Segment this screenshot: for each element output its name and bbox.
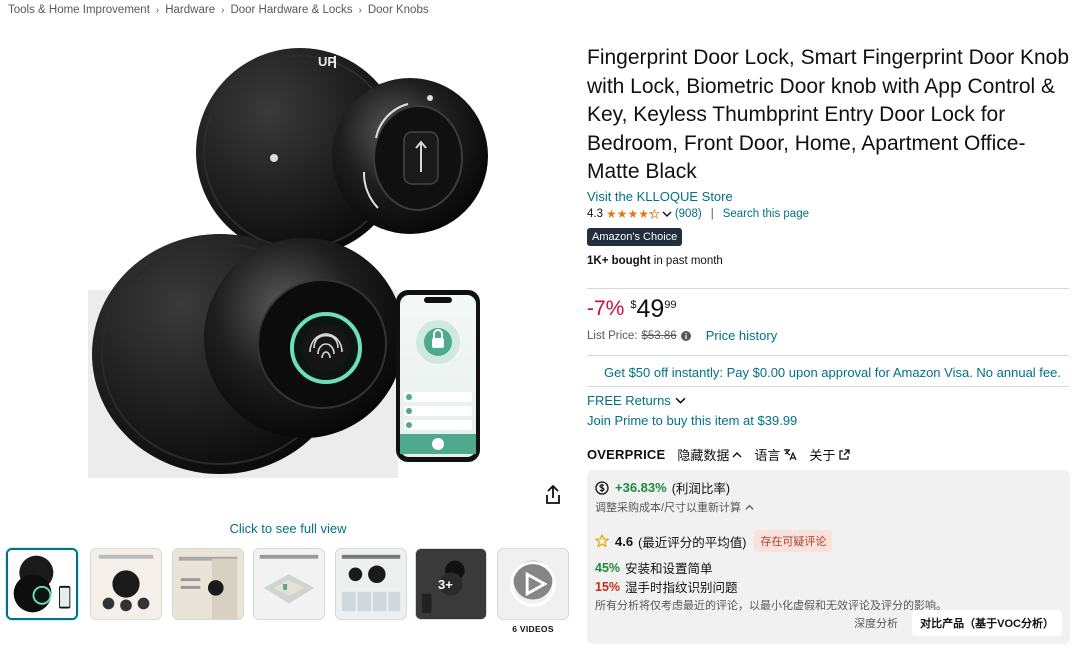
about-button[interactable]: 关于 xyxy=(809,445,851,464)
tab-compare-products[interactable]: 对比产品（基于VOC分析） xyxy=(912,610,1062,636)
amazons-choice-badge: Amazon's Choice xyxy=(587,227,683,246)
overprice-panel: +36.83% (利润比率) 调整采购成本/尺寸以重新计算 4.6 (最近评分的… xyxy=(587,470,1070,644)
positive-text: 安装和设置简单 xyxy=(625,562,713,576)
price-fraction: 99 xyxy=(664,299,677,311)
divider: | xyxy=(710,207,714,220)
breadcrumb-hardware[interactable]: Hardware xyxy=(165,4,215,16)
chevron-right-icon: › xyxy=(155,4,160,16)
bought-count-bold: 1K+ bought xyxy=(587,254,651,267)
adjust-cost-link[interactable]: 调整采购成本/尺寸以重新计算 xyxy=(595,499,754,515)
tab-deep-analysis[interactable]: 深度分析 xyxy=(846,610,906,636)
star-icon: ★ xyxy=(606,206,617,221)
dollar-circle-icon xyxy=(595,480,609,495)
list-price-row: List Price: $53.86 Price history xyxy=(587,328,777,343)
average-score: 4.6 xyxy=(615,533,634,549)
bought-count-rest: in past month xyxy=(650,254,723,267)
chevron-down-icon[interactable] xyxy=(662,209,672,219)
price-whole: 49 xyxy=(636,295,665,323)
profit-ratio-value: +36.83% xyxy=(615,480,667,495)
suspicious-reviews-badge[interactable]: 存在可疑评论 xyxy=(754,530,833,552)
breadcrumb-tools[interactable]: Tools & Home Improvement xyxy=(8,4,150,16)
rating-number: 4.3 xyxy=(587,207,603,220)
price-history-link[interactable]: Price history xyxy=(706,328,778,343)
average-score-label: (最近评分的平均值) xyxy=(638,535,747,550)
chevron-right-icon: › xyxy=(358,4,362,16)
bought-count: 1K+ bought in past month xyxy=(587,255,1072,267)
discount-percentage: -7% xyxy=(587,297,625,320)
negative-percent: 15% xyxy=(595,579,621,594)
visa-offer-link[interactable]: Get $50 off instantly: Pay $0.00 upon ap… xyxy=(604,365,1061,380)
thumbnail-3[interactable] xyxy=(172,548,244,620)
divider-line xyxy=(587,288,1069,289)
translate-icon xyxy=(784,449,797,461)
rating-row: 4.3 ★ ★ ★ ★ ★ (908) | Search this page xyxy=(587,206,1072,221)
full-view-link[interactable]: Click to see full view xyxy=(0,521,576,536)
breadcrumb: Tools & Home Improvement › Hardware › Do… xyxy=(8,4,429,16)
chevron-up-icon xyxy=(732,451,742,457)
review-count-link[interactable]: (908) xyxy=(675,208,702,220)
free-returns-label: FREE Returns xyxy=(587,393,671,408)
breadcrumb-door-hardware[interactable]: Door Hardware & Locks xyxy=(230,4,352,16)
chevron-right-icon: › xyxy=(221,4,225,16)
divider-line xyxy=(587,386,1069,387)
negative-insight-row: 15% 湿手时指纹识别问题 xyxy=(595,577,738,596)
star-icon: ★ xyxy=(638,206,650,221)
star-icon: ★ xyxy=(627,206,639,221)
star-icon: ★ xyxy=(616,206,628,221)
chevron-up-icon xyxy=(745,504,754,510)
positive-insight-row: 45% 安装和设置简单 xyxy=(595,558,713,577)
profit-ratio-label: (利润比率) xyxy=(671,482,731,496)
videos-count-label: 6 VIDEOS xyxy=(512,624,554,634)
overprice-brand: OVERPRICE xyxy=(587,447,666,462)
external-link-icon xyxy=(839,448,851,460)
divider-line xyxy=(587,355,1069,356)
join-prime-link[interactable]: Join Prime to buy this item at $39.99 xyxy=(587,413,797,428)
store-link[interactable]: Visit the KLLOQUE Store xyxy=(587,189,1072,204)
review-score-row: 4.6 (最近评分的平均值) 存在可疑评论 xyxy=(595,530,833,552)
product-title: Fingerprint Door Lock, Smart Fingerprint… xyxy=(587,46,1070,183)
hide-data-toggle[interactable]: 隐藏数据 xyxy=(677,445,742,464)
about-label: 关于 xyxy=(809,448,836,463)
share-icon[interactable] xyxy=(542,484,564,506)
star-outline-icon xyxy=(595,534,609,548)
profit-row: +36.83% (利润比率) xyxy=(595,478,730,497)
star-rating[interactable]: ★ ★ ★ ★ ★ xyxy=(606,206,660,221)
list-price-label: List Price: xyxy=(587,329,638,342)
star-icon: ★ xyxy=(649,206,660,221)
free-returns-link[interactable]: FREE Returns xyxy=(587,393,686,408)
negative-text: 湿手时指纹识别问题 xyxy=(625,581,738,595)
product-info: Fingerprint Door Lock, Smart Fingerprint… xyxy=(587,44,1072,267)
chevron-down-icon xyxy=(675,397,686,404)
breadcrumb-door-knobs[interactable]: Door Knobs xyxy=(368,4,429,16)
search-this-page-link[interactable]: Search this page xyxy=(723,208,809,220)
list-price-value: $53.86 xyxy=(641,329,677,342)
price-block: -7% $ 49 99 xyxy=(587,296,677,322)
language-button[interactable]: 语言 xyxy=(754,445,797,464)
video-thumbnail[interactable] xyxy=(497,548,569,620)
overprice-toolbar: OVERPRICE 隐藏数据 语言 关于 xyxy=(587,445,851,464)
hide-data-label: 隐藏数据 xyxy=(677,448,730,463)
thumbnail-4[interactable] xyxy=(253,548,325,620)
more-images-count: 3+ xyxy=(438,577,453,592)
thumbnail-5[interactable] xyxy=(335,548,407,620)
adjust-cost-label: 调整采购成本/尺寸以重新计算 xyxy=(595,502,742,514)
positive-percent: 45% xyxy=(595,560,621,575)
info-icon[interactable] xyxy=(680,330,691,341)
main-product-image[interactable]: UP xyxy=(88,40,488,480)
thumbnail-1[interactable] xyxy=(6,548,78,620)
up-engraving: UP xyxy=(318,54,336,69)
thumbnail-2[interactable] xyxy=(90,548,162,620)
analysis-tabs: 深度分析 对比产品（基于VOC分析） xyxy=(846,610,1062,636)
language-label: 语言 xyxy=(754,448,781,463)
